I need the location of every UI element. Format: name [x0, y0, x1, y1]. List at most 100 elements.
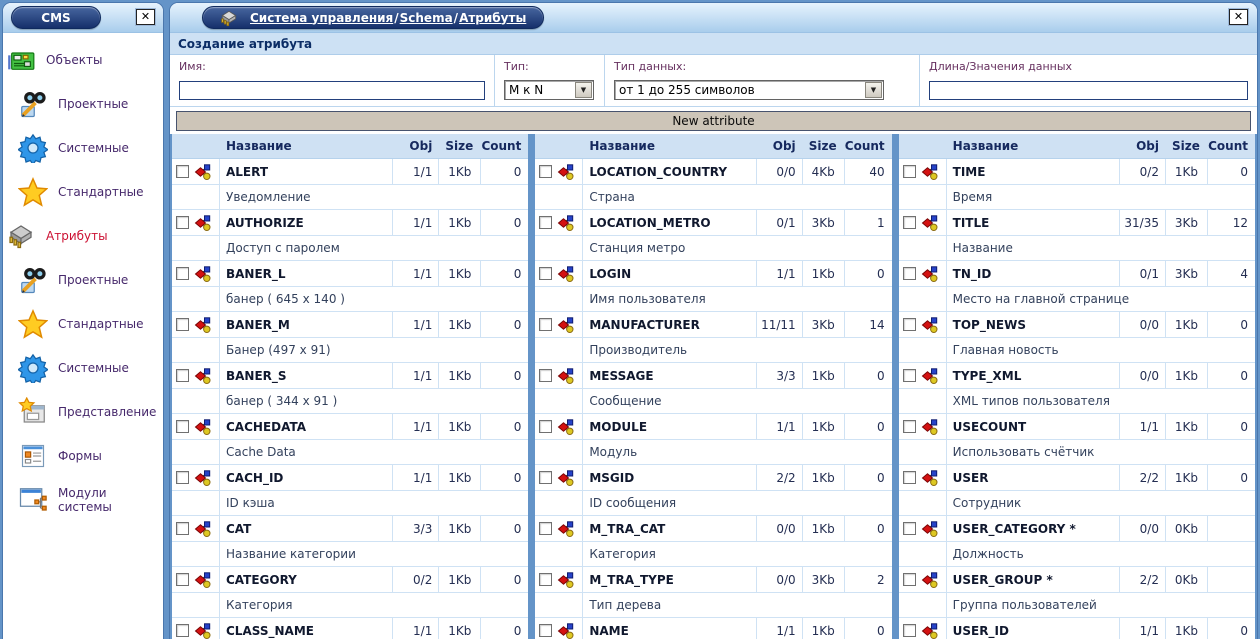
relation-icon[interactable]	[921, 419, 938, 435]
attribute-description: Станция метро	[583, 236, 891, 260]
relation-icon[interactable]	[194, 164, 211, 180]
relation-icon[interactable]	[557, 368, 574, 384]
breadcrumb-link-2[interactable]: Атрибуты	[459, 11, 526, 25]
relation-icon[interactable]	[921, 215, 938, 231]
sidebar-item-0[interactable]: Объекты	[3, 38, 163, 82]
relation-icon[interactable]	[194, 623, 211, 639]
relation-icon[interactable]	[921, 266, 938, 282]
sidebar-item-4[interactable]: Атрибуты	[3, 214, 163, 258]
relation-icon[interactable]	[921, 521, 938, 537]
row-checkbox[interactable]	[903, 420, 916, 433]
relation-icon[interactable]	[557, 266, 574, 282]
relation-icon[interactable]	[194, 266, 211, 282]
sidebar-item-8[interactable]: Представление	[3, 390, 163, 434]
sidebar-item-5[interactable]: Проектные	[3, 258, 163, 302]
breadcrumb-link-0[interactable]: Система управления	[250, 11, 393, 25]
sidebar-item-10[interactable]: Модули системы	[3, 478, 163, 522]
row-checkbox[interactable]	[176, 216, 189, 229]
row-checkbox[interactable]	[176, 624, 189, 637]
new-attribute-button[interactable]: New attribute	[176, 111, 1251, 131]
sidebar-item-7[interactable]: Системные	[3, 346, 163, 390]
attribute-size: 3Kb	[1165, 210, 1207, 235]
table-row: CAT 3/3 1Kb 0	[172, 516, 528, 542]
sidebar-item-2[interactable]: Системные	[3, 126, 163, 170]
datatype-select[interactable]: от 1 до 255 символов ▼	[614, 80, 884, 100]
row-checkbox[interactable]	[539, 267, 552, 280]
relation-icon[interactable]	[194, 572, 211, 588]
relation-icon[interactable]	[921, 572, 938, 588]
sidebar-item-6[interactable]: Стандартные	[3, 302, 163, 346]
relation-icon[interactable]	[557, 623, 574, 639]
table-row-description: Время	[899, 185, 1255, 210]
row-checkbox[interactable]	[176, 165, 189, 178]
row-checkbox[interactable]	[176, 471, 189, 484]
table-row: BANER_M 1/1 1Kb 0	[172, 312, 528, 338]
sidebar-item-3[interactable]: Стандартные	[3, 170, 163, 214]
main-close-icon[interactable]: ✕	[1229, 9, 1248, 25]
row-checkbox[interactable]	[539, 624, 552, 637]
attribute-description: Использовать счётчик	[947, 440, 1255, 464]
relation-icon[interactable]	[921, 623, 938, 639]
attribute-count: 0	[480, 567, 528, 592]
breadcrumb-separator: /	[394, 11, 398, 25]
relation-icon[interactable]	[921, 317, 938, 333]
chevron-down-icon[interactable]: ▼	[865, 82, 882, 98]
breadcrumb-link-1[interactable]: Schema	[400, 11, 453, 25]
table-row-description: Тип дерева	[535, 593, 891, 618]
attribute-name: MESSAGE	[583, 363, 755, 388]
row-checkbox[interactable]	[903, 318, 916, 331]
relation-icon[interactable]	[557, 317, 574, 333]
relation-icon[interactable]	[194, 521, 211, 537]
relation-icon[interactable]	[557, 521, 574, 537]
row-checkbox[interactable]	[176, 369, 189, 382]
row-checkbox[interactable]	[903, 267, 916, 280]
attribute-size: 1Kb	[438, 159, 480, 184]
sidebar-item-label: Стандартные	[58, 185, 144, 199]
length-values-input[interactable]	[929, 81, 1248, 100]
attribute-obj: 1/1	[756, 261, 802, 286]
row-checkbox[interactable]	[903, 624, 916, 637]
row-checkbox[interactable]	[176, 522, 189, 535]
sidebar-item-1[interactable]: Проектные	[3, 82, 163, 126]
row-checkbox[interactable]	[903, 471, 916, 484]
row-checkbox[interactable]	[176, 267, 189, 280]
relation-icon[interactable]	[194, 368, 211, 384]
type-select[interactable]: M к N ▼	[504, 80, 594, 100]
col-header-name: Название	[583, 139, 755, 153]
attribute-name-input[interactable]	[179, 81, 485, 100]
row-checkbox[interactable]	[903, 522, 916, 535]
row-checkbox[interactable]	[539, 369, 552, 382]
attribute-obj: 1/1	[1119, 618, 1165, 639]
row-checkbox[interactable]	[539, 216, 552, 229]
attribute-name: ALERT	[220, 159, 392, 184]
relation-icon[interactable]	[921, 470, 938, 486]
row-checkbox[interactable]	[539, 165, 552, 178]
row-checkbox[interactable]	[903, 573, 916, 586]
relation-icon[interactable]	[194, 470, 211, 486]
row-checkbox[interactable]	[176, 318, 189, 331]
row-checkbox[interactable]	[176, 573, 189, 586]
relation-icon[interactable]	[557, 470, 574, 486]
row-checkbox[interactable]	[903, 216, 916, 229]
relation-icon[interactable]	[194, 215, 211, 231]
row-checkbox[interactable]	[539, 573, 552, 586]
row-checkbox[interactable]	[539, 471, 552, 484]
relation-icon[interactable]	[194, 419, 211, 435]
relation-icon[interactable]	[194, 317, 211, 333]
row-checkbox[interactable]	[539, 420, 552, 433]
sidebar-close-icon[interactable]: ✕	[136, 9, 155, 25]
relation-icon[interactable]	[557, 164, 574, 180]
row-checkbox[interactable]	[539, 522, 552, 535]
row-checkbox[interactable]	[903, 369, 916, 382]
sidebar-item-9[interactable]: Формы	[3, 434, 163, 478]
relation-icon[interactable]	[557, 572, 574, 588]
row-checkbox[interactable]	[903, 165, 916, 178]
relation-icon[interactable]	[557, 419, 574, 435]
relation-icon[interactable]	[921, 164, 938, 180]
relation-icon[interactable]	[557, 215, 574, 231]
row-checkbox[interactable]	[539, 318, 552, 331]
relation-icon[interactable]	[921, 368, 938, 384]
row-checkbox[interactable]	[176, 420, 189, 433]
chevron-down-icon[interactable]: ▼	[575, 82, 592, 98]
attribute-description: Производитель	[583, 338, 891, 362]
